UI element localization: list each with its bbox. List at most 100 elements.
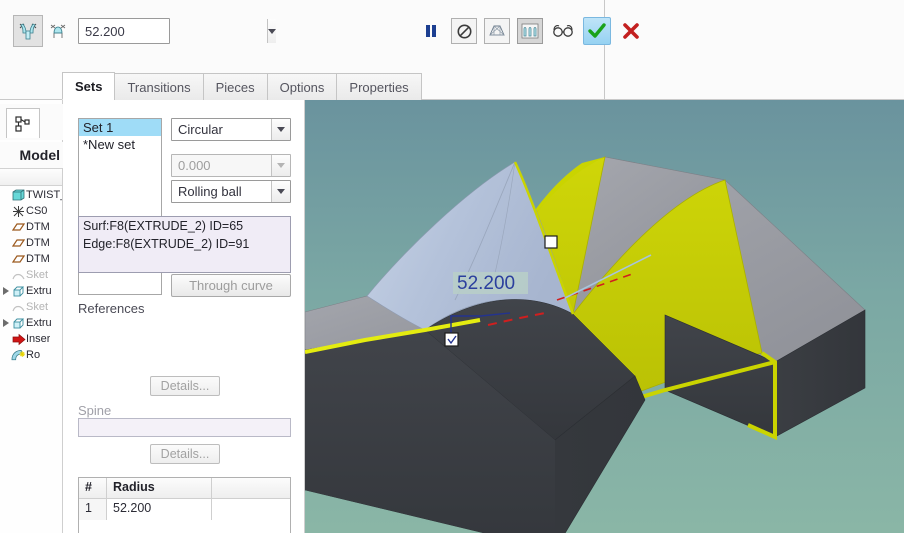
- tree-item-label: Extru: [26, 317, 52, 329]
- tree-item-label: DTM: [26, 221, 50, 233]
- tree-item-datum-1[interactable]: DTM: [0, 219, 62, 235]
- full-round-icon[interactable]: [43, 15, 73, 47]
- tree-item-label: Sket: [26, 269, 49, 281]
- round-type-button-group: [13, 15, 73, 47]
- creation-method-dropdown-arrow[interactable]: [271, 181, 290, 202]
- creation-method-combo[interactable]: Rolling ball: [171, 180, 291, 203]
- radius-value-combo[interactable]: [78, 18, 276, 44]
- shaded-preview-icon[interactable]: [517, 18, 543, 44]
- datum-plane-icon: [11, 221, 26, 234]
- spine-field[interactable]: [78, 418, 291, 437]
- wireframe-preview-icon[interactable]: [484, 18, 510, 44]
- radius-table-header: # Radius: [79, 478, 290, 499]
- tab-properties[interactable]: Properties: [336, 73, 422, 100]
- coordinate-system-icon: [11, 205, 26, 218]
- dashboard-separator: [604, 0, 605, 100]
- conic-parameter-dropdown-arrow: [271, 155, 290, 176]
- reference-item-surface[interactable]: Surf:F8(EXTRUDE_2) ID=65: [79, 217, 290, 235]
- tab-transitions[interactable]: Transitions: [114, 73, 204, 100]
- tree-item-extrude-2[interactable]: Extru: [0, 315, 62, 331]
- radius-table-header-index: #: [79, 478, 107, 498]
- round-shape-value: Circular: [178, 122, 223, 137]
- tab-sets[interactable]: Sets: [62, 72, 116, 100]
- tree-item-csys[interactable]: CS0: [0, 203, 62, 219]
- dashboard-action-icons: [418, 17, 644, 45]
- chevron-right-icon: [2, 319, 9, 327]
- insert-here-icon: [11, 333, 26, 346]
- datum-plane-icon: [11, 253, 26, 266]
- tree-item-label: TWIST_R: [26, 189, 62, 201]
- spine-label: Spine: [78, 403, 112, 418]
- tree-item-label: Inser: [26, 333, 51, 345]
- tree-item-label: CS0: [26, 205, 48, 217]
- tree-item-label: DTM: [26, 237, 50, 249]
- round-icon: [11, 349, 26, 362]
- references-details-button[interactable]: Details...: [150, 376, 220, 396]
- tree-item-label: Ro: [26, 349, 41, 361]
- radius-table[interactable]: # Radius 1 52.200: [78, 477, 291, 533]
- glasses-icon[interactable]: [550, 18, 576, 44]
- tree-item-sketch-1[interactable]: Sket: [0, 267, 62, 283]
- chevron-down-icon: [277, 127, 285, 132]
- tree-item-sketch-2[interactable]: Sket: [0, 299, 62, 315]
- tree-item-extrude-1[interactable]: Extru: [0, 283, 62, 299]
- conic-parameter-value: 0.000: [178, 158, 211, 173]
- chevron-down-icon: [268, 28, 276, 34]
- sets-list-item-set1[interactable]: Set 1: [79, 119, 161, 136]
- datum-plane-icon: [11, 237, 26, 250]
- tab-options[interactable]: Options: [266, 73, 338, 100]
- radius-row-blank: [212, 499, 290, 520]
- through-curve-button[interactable]: Through curve: [171, 274, 291, 297]
- radius-value-input[interactable]: [79, 19, 267, 43]
- chevron-down-icon: [277, 189, 285, 194]
- chevron-down-icon: [277, 163, 285, 168]
- tree-item-datum-3[interactable]: DTM: [0, 251, 62, 267]
- part-icon: [11, 189, 26, 202]
- model-tree-icon[interactable]: [6, 108, 40, 138]
- dimension-drag-handle-right: [544, 235, 558, 249]
- no-entry-icon[interactable]: [451, 18, 477, 44]
- model-tree-column-header[interactable]: [0, 168, 62, 186]
- cancel-x-icon[interactable]: [618, 18, 644, 44]
- references-list[interactable]: Surf:F8(EXTRUDE_2) ID=65 Edge:F8(EXTRUDE…: [78, 216, 291, 273]
- round-shape-combo[interactable]: Circular: [171, 118, 291, 141]
- sketch-icon: [11, 269, 26, 282]
- tree-item-label: Extru: [26, 285, 52, 297]
- tree-expander[interactable]: [0, 287, 11, 295]
- extrude-icon: [11, 317, 26, 330]
- tree-item-datum-2[interactable]: DTM: [0, 235, 62, 251]
- dashboard-tabs: Sets Transitions Pieces Options Properti…: [62, 72, 422, 100]
- creo-round-tool-window: 52.200 52.200 Sets Transitions Pieces Op…: [0, 0, 904, 533]
- tree-expander[interactable]: [0, 319, 11, 327]
- tab-options-label: Options: [279, 79, 325, 95]
- sketch-icon: [11, 301, 26, 314]
- table-row[interactable]: 1 52.200: [79, 499, 290, 520]
- tab-transitions-label: Transitions: [127, 79, 191, 95]
- 3d-viewport[interactable]: 52.200: [305, 100, 904, 533]
- round-shape-dropdown-arrow[interactable]: [271, 119, 290, 140]
- variable-round-icon[interactable]: [13, 15, 43, 47]
- radius-row-value[interactable]: 52.200: [107, 499, 212, 520]
- creation-method-value: Rolling ball: [178, 184, 242, 199]
- tree-item-part[interactable]: TWIST_R: [0, 187, 62, 203]
- tab-pieces[interactable]: Pieces: [202, 73, 268, 100]
- tree-item-round[interactable]: Ro: [0, 347, 62, 363]
- radius-value-dropdown-arrow[interactable]: [267, 19, 276, 43]
- tree-item-label: Sket: [26, 301, 49, 313]
- tab-sets-label: Sets: [75, 78, 103, 94]
- spine-value: [79, 419, 290, 421]
- references-label: References: [78, 301, 145, 316]
- reference-item-edge[interactable]: Edge:F8(EXTRUDE_2) ID=91: [79, 235, 290, 253]
- sets-list-item-new-set[interactable]: *New set: [79, 136, 161, 153]
- tab-pieces-label: Pieces: [215, 79, 255, 95]
- dimension-value-text[interactable]: 52.200: [457, 273, 515, 294]
- conic-parameter-field: 0.000: [171, 154, 291, 177]
- tree-item-insert-here[interactable]: Inser: [0, 331, 62, 347]
- radius-table-header-blank: [212, 478, 290, 498]
- checkmark-icon[interactable]: [583, 17, 611, 45]
- pause-icon[interactable]: [418, 18, 444, 44]
- dimension-drag-handle-left: [444, 332, 459, 347]
- radius-table-header-radius: Radius: [107, 478, 212, 498]
- spine-details-button[interactable]: Details...: [150, 444, 220, 464]
- tree-item-label: DTM: [26, 253, 50, 265]
